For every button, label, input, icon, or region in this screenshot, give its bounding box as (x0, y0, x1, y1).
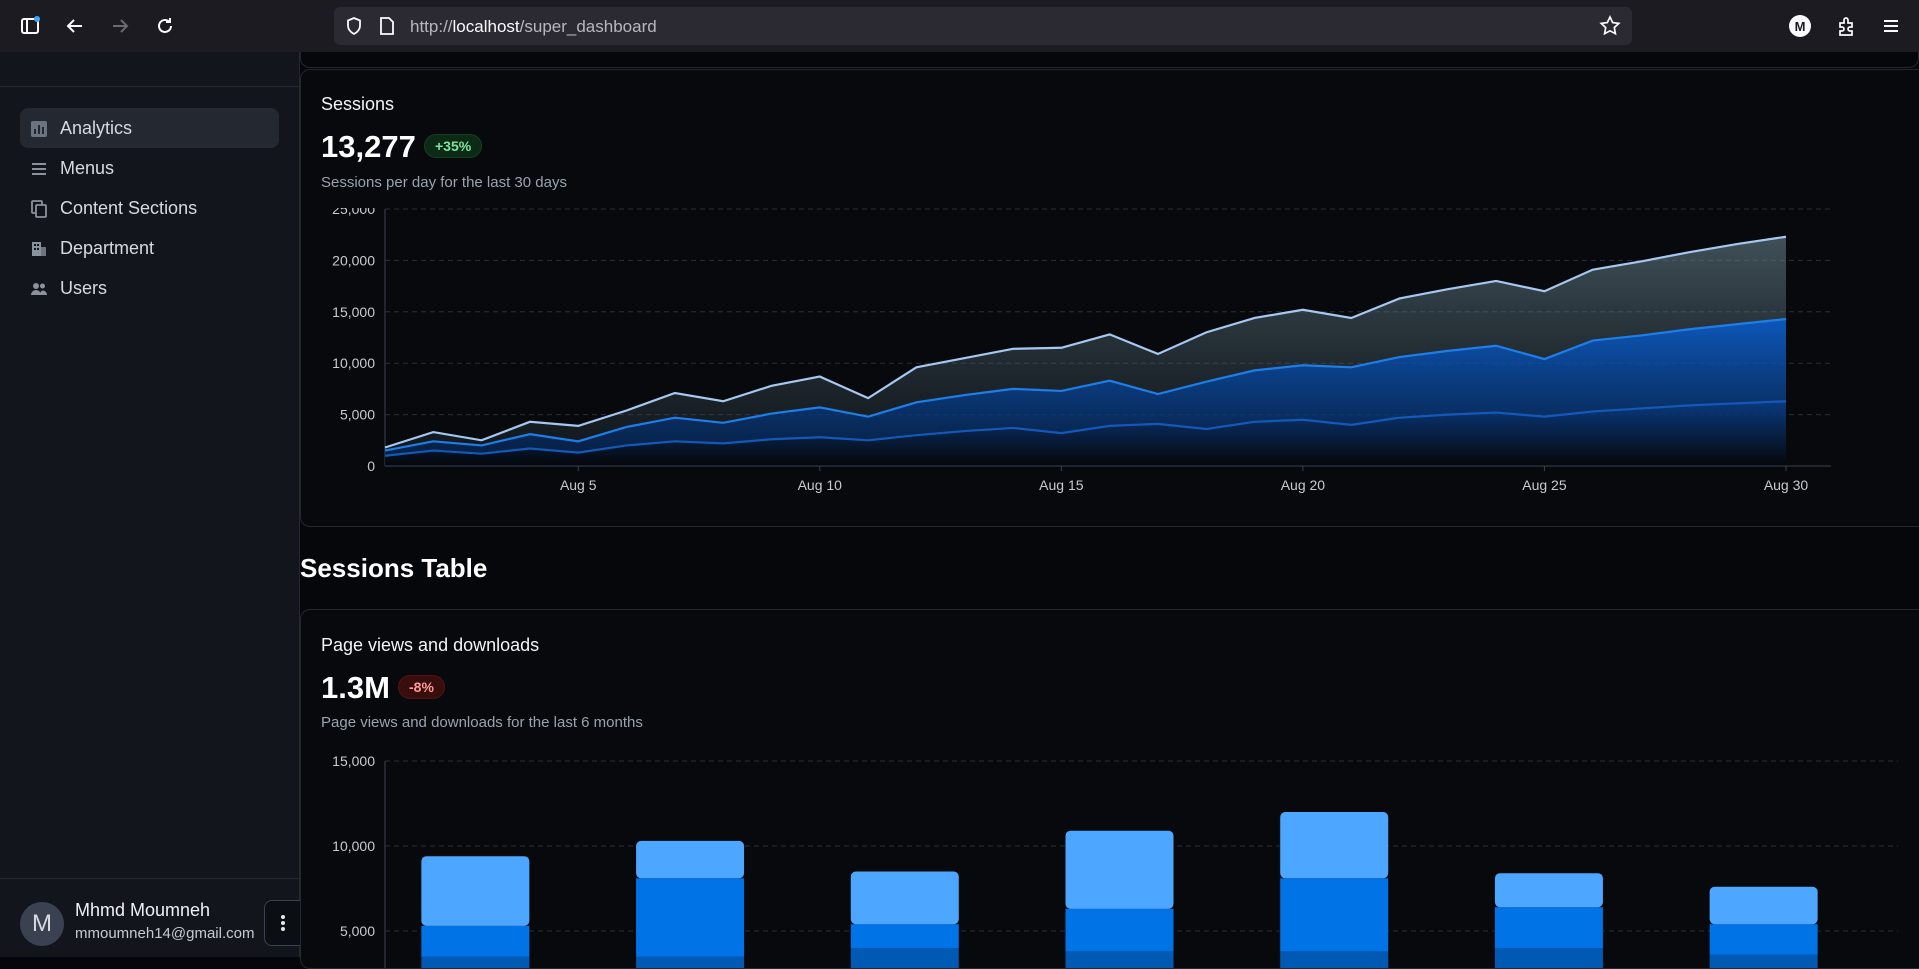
bar-segment[interactable] (1709, 924, 1818, 955)
sidebar-item-label: Department (60, 238, 155, 258)
sessions-area-chart: 0 5,000 10,000 15,000 20,000 25,000 Aug 5 Aug 1… (332, 208, 1831, 493)
app-menu-icon[interactable] (1877, 12, 1905, 40)
y-tick-label: 10,000 (332, 355, 375, 371)
sidebar-item-users[interactable]: Users (20, 268, 279, 308)
browser-toolbar: http://localhost/super_dashboard M (0, 0, 1919, 52)
avatar[interactable]: M (20, 902, 64, 946)
card-value: 1.3M (321, 670, 390, 705)
x-tick-label: Aug 30 (1764, 477, 1809, 493)
sidebar-item-menus[interactable]: Menus (20, 148, 279, 188)
card-value: 13,277 (321, 129, 416, 164)
bar-segment[interactable] (1494, 907, 1603, 948)
bar-segment[interactable] (636, 956, 745, 969)
section-heading: Sessions Table (300, 553, 488, 583)
x-tick-label: Aug 10 (798, 477, 843, 493)
pageviews-bar-chart: 5,000 10,000 15,000 (332, 753, 1898, 969)
sidebar-item-label: Analytics (60, 118, 133, 138)
bar-segment[interactable] (1494, 873, 1603, 908)
copy-icon (30, 200, 48, 218)
card-title: Page views and downloads (321, 635, 540, 655)
sessions-card: Sessions 13,277 +35% Sessions per day fo… (300, 69, 1919, 527)
trend-badge: +35% (424, 134, 483, 158)
bar-segment[interactable] (850, 924, 959, 948)
y-tick-label: 10,000 (332, 838, 375, 854)
bar-segment[interactable] (850, 948, 959, 968)
address-bar[interactable]: http://localhost/super_dashboard (334, 7, 1632, 45)
user-name: Mhmd Moumneh (75, 900, 211, 920)
back-icon[interactable] (61, 12, 89, 40)
shield-icon[interactable] (344, 16, 364, 41)
x-tick-label: Aug 25 (1522, 477, 1567, 493)
sidebar-item-analytics[interactable]: Analytics (20, 108, 279, 148)
bar-segment[interactable] (636, 878, 745, 957)
people-icon (30, 280, 48, 298)
bar-segment[interactable] (1065, 830, 1174, 909)
card-subtitle: Sessions per day for the last 30 days (321, 174, 567, 191)
sidebar-item-content-sections[interactable]: Content Sections (20, 188, 279, 228)
y-tick-label: 25,000 (332, 208, 375, 217)
bar-segment[interactable] (850, 871, 959, 925)
sidebar-divider (0, 86, 300, 87)
reload-icon[interactable] (151, 12, 179, 40)
bar-segment[interactable] (1709, 886, 1818, 925)
sidebar-item-department[interactable]: Department (20, 228, 279, 268)
bar-chart-icon (30, 120, 48, 138)
card-title: Sessions (321, 94, 395, 114)
menu-lines-icon (30, 160, 48, 178)
y-tick-label: 5,000 (340, 407, 375, 423)
bar-segment[interactable] (421, 956, 530, 969)
previous-card-bottom (300, 52, 1919, 68)
sidebar-item-label: Content Sections (60, 198, 198, 218)
bar-segment[interactable] (1494, 948, 1603, 968)
y-tick-label: 20,000 (332, 252, 375, 268)
sidebar-divider (0, 878, 300, 879)
y-tick-label: 15,000 (332, 304, 375, 320)
bookmark-star-icon[interactable] (1599, 15, 1621, 42)
bar-segment[interactable] (1065, 951, 1174, 968)
y-tick-label: 5,000 (340, 923, 375, 939)
bar-segment[interactable] (1065, 908, 1174, 952)
trend-badge: -8% (398, 675, 445, 699)
more-vertical-icon (280, 915, 285, 931)
extensions-icon[interactable] (1832, 12, 1860, 40)
building-icon (30, 240, 48, 258)
url-text[interactable]: http://localhost/super_dashboard (410, 17, 657, 37)
x-tick-label: Aug 5 (560, 477, 597, 493)
sidebar-toggle-icon[interactable] (16, 12, 44, 40)
x-tick-label: Aug 20 (1281, 477, 1326, 493)
bar-segment[interactable] (1280, 878, 1389, 952)
sidebar-item-label: Menus (60, 158, 115, 178)
bar-segment[interactable] (1280, 812, 1389, 879)
page-info-icon[interactable] (378, 16, 396, 41)
user-email: mmoumneh14@gmail.com (75, 925, 255, 942)
y-tick-label: 15,000 (332, 753, 375, 769)
forward-icon[interactable] (106, 12, 134, 40)
bar-segment[interactable] (421, 925, 530, 957)
x-tick-label: Aug 15 (1039, 477, 1084, 493)
y-tick-label: 0 (367, 458, 375, 474)
bar-segment[interactable] (1280, 951, 1389, 968)
card-subtitle: Page views and downloads for the last 6 … (321, 714, 643, 731)
profile-avatar[interactable]: M (1786, 12, 1814, 40)
bar-segment[interactable] (636, 840, 745, 879)
pageviews-card: Page views and downloads 1.3M -8% Page v… (300, 609, 1919, 969)
bar-segment[interactable] (421, 856, 530, 926)
sidebar: Analytics Menus Content Sections Departm… (0, 52, 300, 957)
user-options-button[interactable] (264, 900, 300, 946)
sidebar-item-label: Users (60, 278, 108, 298)
